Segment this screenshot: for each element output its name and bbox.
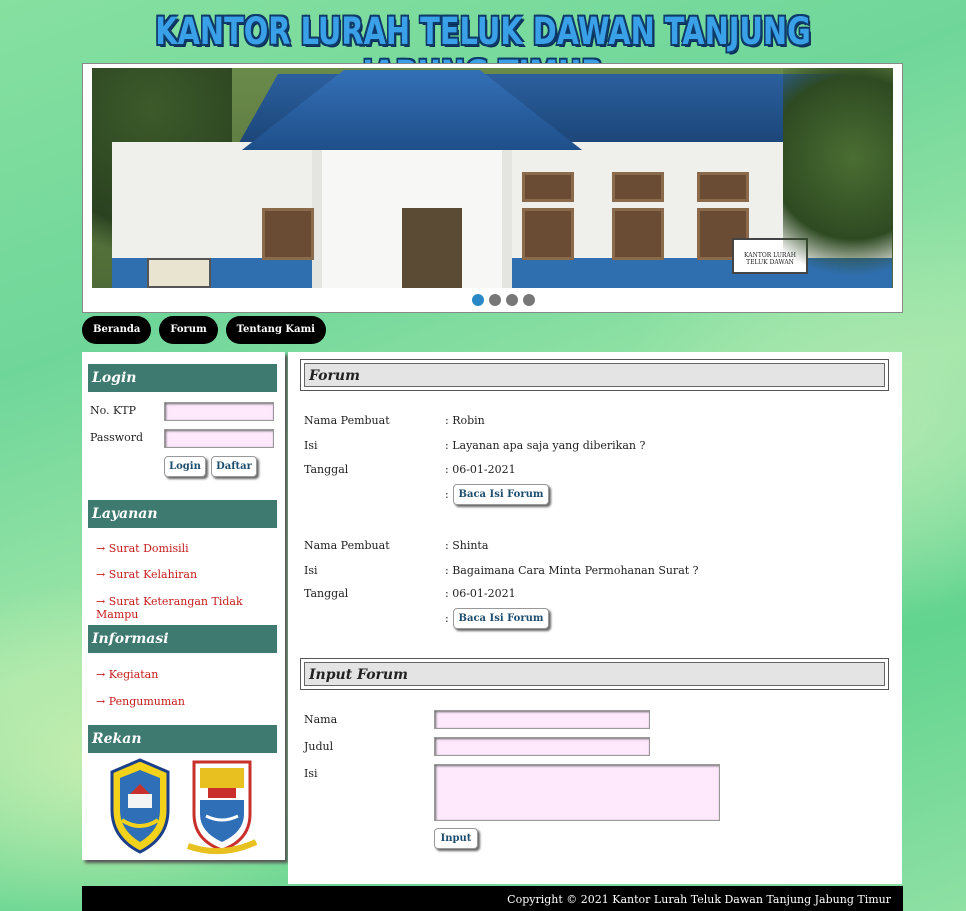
title-input[interactable]	[434, 737, 650, 756]
building-window	[522, 208, 574, 260]
main-content: Forum Nama Pembuat : Robin Isi : Layanan…	[288, 352, 902, 884]
province-emblem-logo[interactable]	[186, 758, 258, 856]
image-slider: KANTOR LURAH TELUK DAWAN	[82, 63, 903, 313]
title-label: Judul	[304, 740, 334, 753]
post-author-label: Nama Pembuat	[304, 539, 390, 552]
kelurahan-sehat-sign	[147, 258, 211, 288]
palm-tree-right	[783, 68, 893, 288]
login-button[interactable]: Login	[164, 456, 206, 477]
post-content-label: Isi	[304, 439, 318, 452]
building-window	[612, 172, 664, 202]
slider-dot[interactable]	[523, 294, 535, 306]
slider-dots	[472, 294, 535, 306]
link-surat-keterangan-tidak-mampu[interactable]: → Surat Keterangan Tidak Mampu	[96, 595, 285, 621]
forum-heading: Forum	[304, 363, 885, 387]
rekan-heading: Rekan	[88, 725, 277, 753]
post-colon: :	[445, 612, 449, 625]
post-author: : Robin	[445, 414, 485, 427]
link-surat-domisili[interactable]: → Surat Domisili	[96, 542, 189, 555]
name-label: Nama	[304, 713, 338, 726]
building-window	[612, 208, 664, 260]
link-pengumuman[interactable]: → Pengumuman	[96, 695, 185, 708]
post-content-label: Isi	[304, 564, 318, 577]
content-textarea[interactable]	[434, 764, 720, 821]
ktp-input[interactable]	[164, 402, 274, 421]
nav-tentang-kami[interactable]: Tentang Kami	[225, 316, 326, 344]
input-forum-panel-header: Input Forum	[300, 658, 889, 690]
banner-image: KANTOR LURAH TELUK DAWAN	[92, 68, 893, 288]
post-content: : Bagaimana Cara Minta Permohanan Surat …	[445, 564, 699, 577]
name-input[interactable]	[434, 710, 650, 729]
post-date-label: Tanggal	[304, 463, 349, 476]
input-forum-heading: Input Forum	[304, 662, 885, 686]
building-window	[262, 208, 314, 260]
post-content: : Layanan apa saja yang diberikan ?	[445, 439, 646, 452]
read-forum-button[interactable]: Baca Isi Forum	[453, 484, 549, 505]
post-author: : Shinta	[445, 539, 489, 552]
informasi-heading: Informasi	[88, 625, 277, 653]
sidebar: Login No. KTP Password Login Daftar Laya…	[82, 352, 285, 860]
submit-input-button[interactable]: Input	[434, 828, 478, 849]
login-heading: Login	[88, 364, 277, 392]
layanan-heading: Layanan	[88, 500, 277, 528]
building-door	[402, 208, 462, 288]
post-date: : 06-01-2021	[445, 463, 516, 476]
link-kegiatan[interactable]: → Kegiatan	[96, 668, 158, 681]
register-button[interactable]: Daftar	[211, 456, 257, 477]
post-colon: :	[445, 488, 449, 501]
slider-dot[interactable]	[506, 294, 518, 306]
slider-dot[interactable]	[489, 294, 501, 306]
password-label: Password	[90, 431, 144, 444]
footer: Copyright © 2021 Kantor Lurah Teluk Dawa…	[82, 886, 903, 911]
link-surat-kelahiran[interactable]: → Surat Kelahiran	[96, 568, 197, 581]
content-label: Isi	[304, 767, 318, 780]
nav-beranda[interactable]: Beranda	[82, 316, 152, 344]
nav-forum[interactable]: Forum	[159, 316, 218, 344]
forum-panel-header: Forum	[300, 359, 889, 391]
post-author-label: Nama Pembuat	[304, 414, 390, 427]
read-forum-button[interactable]: Baca Isi Forum	[453, 608, 549, 629]
building-window	[697, 172, 749, 202]
ktp-label: No. KTP	[90, 404, 137, 417]
building-window	[522, 172, 574, 202]
slider-dot[interactable]	[472, 294, 484, 306]
regency-emblem-logo[interactable]	[108, 758, 172, 854]
password-input[interactable]	[164, 429, 274, 448]
post-date: : 06-01-2021	[445, 587, 516, 600]
post-date-label: Tanggal	[304, 587, 349, 600]
main-nav: Beranda Forum Tentang Kami	[82, 316, 326, 344]
